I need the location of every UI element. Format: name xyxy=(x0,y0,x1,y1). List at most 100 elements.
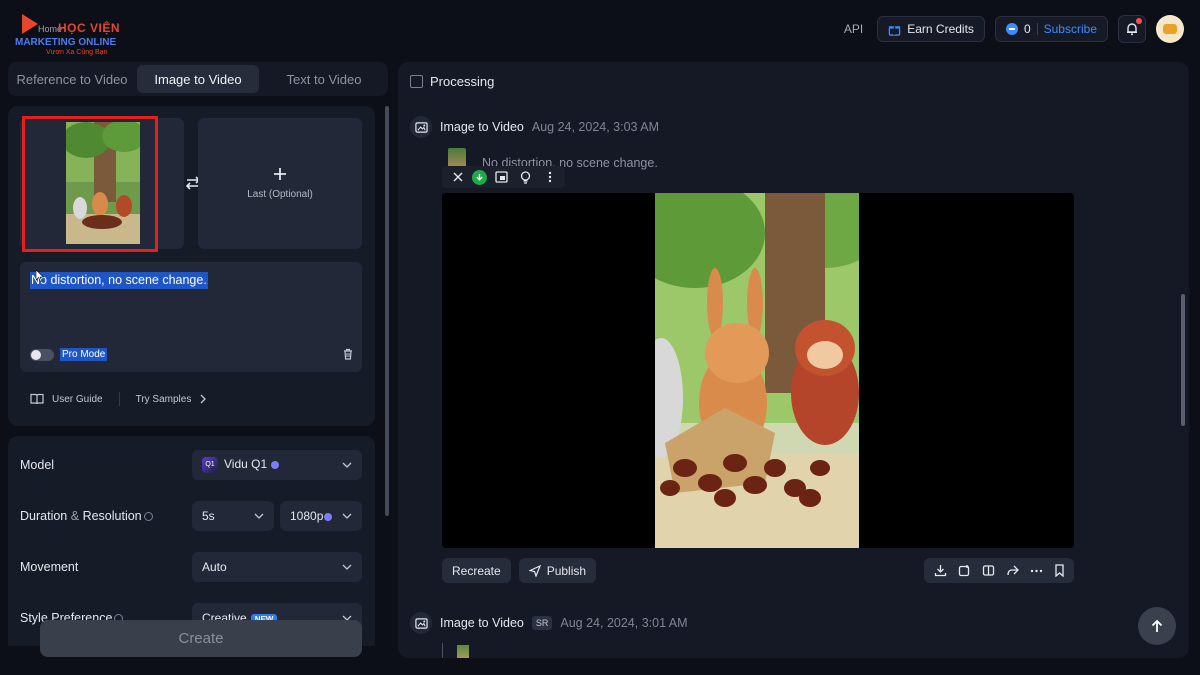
video-player[interactable] xyxy=(442,193,1074,548)
trash-icon[interactable] xyxy=(342,348,354,360)
model-select[interactable]: Q1 Vidu Q1 xyxy=(192,450,362,480)
task-date: Aug 24, 2024, 3:03 AM xyxy=(531,120,660,134)
recreate-label: Recreate xyxy=(452,563,501,578)
brand-logo[interactable]: Home HỌC VIỆN MARKETING ONLINE Vươn Xa C… xyxy=(14,12,124,58)
credit-count: 0 xyxy=(1023,22,1031,36)
arrow-up-icon xyxy=(1150,619,1164,633)
close-icon[interactable] xyxy=(448,168,467,187)
ampersand-label: & xyxy=(70,509,80,523)
earn-credits-button[interactable]: Earn Credits xyxy=(877,16,985,42)
try-samples-link[interactable]: Try Samples xyxy=(136,394,192,405)
extend-video-icon[interactable] xyxy=(958,564,971,577)
task-header: Image to Video SR Aug 24, 2024, 3:01 AM xyxy=(410,612,688,634)
video-preview-frame xyxy=(655,193,859,548)
publish-button[interactable]: Publish xyxy=(518,558,597,583)
model-row: Model Q1 Vidu Q1 xyxy=(20,448,362,482)
bell-icon xyxy=(1125,22,1139,36)
vidu-model-icon: Q1 xyxy=(202,457,218,473)
results-panel: Processing Image to Video Aug 24, 2024, … xyxy=(398,62,1189,658)
pill-divider xyxy=(1036,23,1038,35)
last-frame-label: Last (Optional) xyxy=(247,189,313,200)
book-icon xyxy=(30,393,44,405)
resolution-label: Resolution xyxy=(82,509,142,523)
tab-image-to-video[interactable]: Image to Video xyxy=(137,65,259,93)
play-logo-icon xyxy=(22,14,38,34)
user-guide-link[interactable]: User Guide xyxy=(52,394,103,405)
lightbulb-icon[interactable] xyxy=(516,168,535,187)
info-icon[interactable] xyxy=(143,512,153,522)
processing-label: Processing xyxy=(430,74,495,89)
task-source-thumbnail[interactable] xyxy=(448,148,466,168)
last-frame-slot[interactable]: Last (Optional) xyxy=(198,118,362,249)
duration-resolution-label: Duration & Resolution xyxy=(20,509,192,523)
annotation-highlight-frame xyxy=(22,116,158,252)
download-status-icon[interactable] xyxy=(472,169,487,185)
user-avatar[interactable] xyxy=(1156,15,1184,43)
premium-gem-icon xyxy=(271,461,280,469)
publish-label: Publish xyxy=(546,563,587,578)
duration-value: 5s xyxy=(202,509,215,523)
processing-checkbox[interactable] xyxy=(410,75,423,88)
premium-gem-icon xyxy=(324,512,333,521)
task-actions: Recreate Publish xyxy=(442,558,597,583)
video-action-icons xyxy=(924,558,1074,583)
api-link[interactable]: API xyxy=(844,22,863,36)
task-title: Image to Video xyxy=(440,616,524,630)
resolution-select[interactable]: 1080p xyxy=(280,501,362,531)
mode-tabs: Reference to Video Image to Video Text t… xyxy=(8,62,388,96)
thumbnail-image-icon xyxy=(457,645,469,658)
share-icon[interactable] xyxy=(1006,564,1019,577)
compare-icon[interactable] xyxy=(982,564,995,577)
subscribe-label: Subscribe xyxy=(1043,22,1097,36)
chevron-down-icon xyxy=(254,513,264,519)
prompt-textarea[interactable]: No distortion, no scene change. Pro Mode xyxy=(20,262,362,372)
bookmark-icon[interactable] xyxy=(1054,564,1065,577)
download-icon[interactable] xyxy=(934,564,947,577)
movement-label: Movement xyxy=(20,560,79,574)
generation-settings: Model Q1 Vidu Q1 Duration & Resolution 5s… xyxy=(8,436,375,646)
more-horizontal-icon[interactable] xyxy=(1030,569,1043,573)
movement-select[interactable]: Auto xyxy=(192,552,362,582)
header-actions: API Earn Credits 0 Subscribe xyxy=(844,14,1184,44)
picture-in-picture-icon[interactable] xyxy=(492,168,511,187)
task-date: Aug 24, 2024, 3:01 AM xyxy=(560,616,688,630)
pro-mode-toggle[interactable] xyxy=(30,348,54,361)
tab-text-to-video[interactable]: Text to Video xyxy=(263,65,385,93)
create-button[interactable]: Create xyxy=(40,620,362,657)
link-divider xyxy=(118,392,120,406)
logo-tagline: Vươn Xa Cùng Bạn xyxy=(46,49,108,56)
video-hover-toolbar xyxy=(442,166,565,188)
gift-icon xyxy=(888,23,901,36)
more-vertical-icon[interactable] xyxy=(540,168,559,187)
model-label: Model xyxy=(20,458,55,472)
credit-coin-icon xyxy=(1005,23,1018,35)
notifications-button[interactable] xyxy=(1118,15,1146,43)
left-scrollbar[interactable] xyxy=(385,106,389,516)
processing-filter[interactable]: Processing xyxy=(410,74,494,89)
duration-select[interactable]: 5s xyxy=(192,501,274,531)
logo-line-1: HỌC VIỆN xyxy=(58,21,121,35)
credits-subscribe-button[interactable]: 0 Subscribe xyxy=(994,16,1108,42)
logo-line-2: MARKETING ONLINE xyxy=(15,37,117,48)
chevron-right-icon xyxy=(199,394,207,404)
earn-credits-label: Earn Credits xyxy=(907,22,974,36)
help-links: User Guide Try Samples xyxy=(30,392,207,406)
duration-resolution-row: Duration & Resolution 5s 1080p xyxy=(20,499,362,533)
pro-mode-toggle-row: Pro Mode xyxy=(30,348,108,361)
send-icon xyxy=(528,564,541,577)
prompt-text: No distortion, no scene change. xyxy=(30,272,208,289)
duration-label: Duration xyxy=(20,509,68,523)
chevron-down-icon xyxy=(342,513,352,519)
recreate-button[interactable]: Recreate xyxy=(442,558,511,583)
avatar-image-icon xyxy=(1163,24,1177,34)
task-source-thumbnail[interactable] xyxy=(442,643,472,658)
right-scrollbar[interactable] xyxy=(1181,294,1185,426)
tab-reference-to-video[interactable]: Reference to Video xyxy=(11,65,133,93)
plus-icon xyxy=(273,167,287,181)
notification-dot xyxy=(1136,18,1142,24)
model-value: Vidu Q1 xyxy=(224,457,268,472)
mouse-cursor-icon xyxy=(36,270,44,282)
pro-mode-label: Pro Mode xyxy=(60,348,108,361)
chevron-down-icon xyxy=(342,462,352,468)
scroll-to-top-button[interactable] xyxy=(1138,607,1176,645)
